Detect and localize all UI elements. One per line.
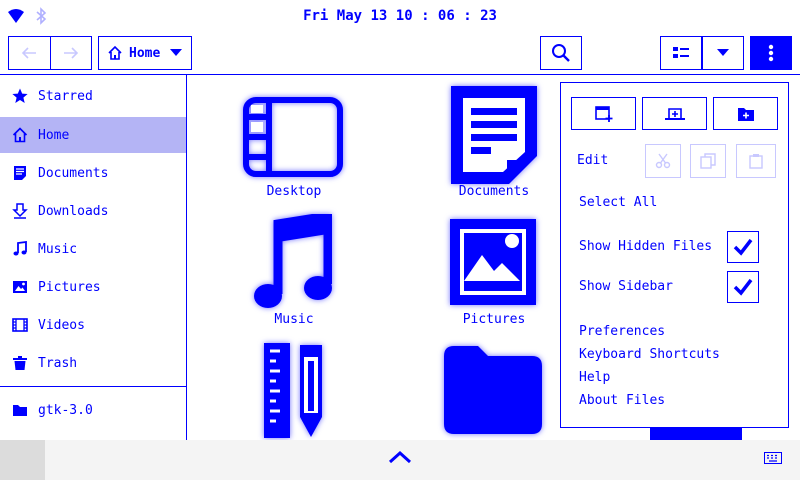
navigation-buttons — [8, 36, 92, 70]
file-label: Documents — [458, 184, 530, 199]
path-bar-home-button[interactable]: Home — [98, 36, 192, 70]
sidebar-item-label: Pictures — [38, 279, 101, 295]
paste-button[interactable] — [736, 144, 776, 178]
new-tab-icon — [664, 107, 685, 121]
templates-folder-icon[interactable] — [262, 341, 326, 440]
cut-button[interactable] — [645, 144, 681, 178]
sidebar-item-label: Videos — [38, 317, 85, 333]
sidebar-item-pictures[interactable]: Pictures — [0, 269, 186, 305]
file-label: Desktop — [266, 184, 322, 199]
partial-file-icon — [650, 428, 742, 440]
star-icon — [12, 88, 28, 104]
keyboard-icon[interactable] — [764, 452, 782, 464]
copy-icon — [700, 153, 716, 169]
pictures-folder-icon[interactable] — [450, 219, 536, 305]
folder-icon — [12, 402, 28, 418]
film-icon — [12, 317, 28, 333]
sidebar-item-downloads[interactable]: Downloads — [0, 193, 186, 229]
search-button[interactable] — [540, 36, 582, 70]
sidebar-item-label: Downloads — [38, 203, 109, 219]
checkmark-icon — [733, 238, 753, 256]
music-note-icon — [12, 241, 28, 257]
home-icon — [12, 127, 28, 143]
main-menu-popover: Edit Select All Show Hidden Files Show S… — [560, 82, 789, 428]
sidebar-item-music[interactable]: Music — [0, 231, 186, 267]
desktop-folder-icon[interactable] — [243, 97, 343, 177]
clipboard-icon — [748, 153, 764, 169]
keyboard-shortcuts-item[interactable]: Keyboard Shortcuts — [579, 347, 720, 362]
sidebar-item-label: Home — [38, 127, 70, 143]
new-window-icon — [594, 105, 613, 122]
about-files-item[interactable]: About Files — [579, 393, 665, 408]
back-button[interactable] — [9, 37, 50, 69]
sidebar-item-videos[interactable]: Videos — [0, 307, 186, 343]
documents-folder-icon[interactable] — [451, 86, 537, 184]
home-icon — [107, 45, 123, 61]
sidebar-item-home[interactable]: Home — [0, 117, 186, 153]
folder-icon[interactable] — [444, 346, 542, 434]
chevron-down-icon — [170, 49, 183, 57]
arrow-right-icon — [63, 46, 79, 60]
show-sidebar-checkbox[interactable] — [727, 271, 759, 303]
path-bar-label: Home — [129, 45, 161, 61]
copy-button[interactable] — [690, 144, 726, 178]
scissors-icon — [655, 153, 671, 169]
file-label: Music — [274, 312, 314, 327]
chevron-up-icon[interactable] — [388, 450, 412, 464]
picture-icon — [12, 279, 28, 295]
sidebar-item-label: Starred — [38, 88, 93, 104]
sidebar-item-documents[interactable]: Documents — [0, 155, 186, 191]
sidebar-item-starred[interactable]: Starred — [0, 78, 186, 114]
show-hidden-files-checkbox[interactable] — [727, 231, 759, 263]
new-folder-icon — [737, 107, 754, 121]
view-mode-button[interactable] — [660, 36, 702, 70]
sidebar-divider — [0, 386, 186, 387]
select-all-item[interactable]: Select All — [579, 195, 657, 210]
clock: Fri May 13 10 : 06 : 23 — [303, 8, 497, 24]
main-menu-button[interactable] — [750, 36, 792, 70]
show-sidebar-label: Show Sidebar — [579, 279, 673, 294]
forward-button[interactable] — [49, 37, 91, 69]
new-tab-button[interactable] — [642, 97, 707, 130]
sidebar: Starred Home Documents Downloads Music P… — [0, 75, 187, 440]
sidebar-item-label: Trash — [38, 355, 78, 371]
new-window-button[interactable] — [571, 97, 636, 130]
help-item[interactable]: Help — [579, 370, 610, 385]
sidebar-item-gtk-3.0[interactable]: gtk-3.0 — [0, 392, 186, 428]
sidebar-item-label: Documents — [38, 165, 109, 181]
download-icon — [12, 203, 28, 219]
trash-icon — [12, 355, 28, 371]
bottom-left-panel — [0, 440, 45, 480]
view-options-button[interactable] — [702, 36, 744, 70]
sidebar-item-label: Music — [38, 241, 78, 257]
show-hidden-files-label: Show Hidden Files — [579, 239, 713, 254]
search-icon — [551, 43, 571, 63]
arrow-left-icon — [21, 46, 37, 60]
preferences-item[interactable]: Preferences — [579, 324, 665, 339]
edit-label: Edit — [577, 153, 609, 168]
chevron-down-icon — [717, 49, 729, 57]
new-folder-button[interactable] — [713, 97, 778, 130]
list-view-icon — [673, 46, 689, 60]
checkmark-icon — [733, 278, 753, 296]
sidebar-item-label: gtk-3.0 — [38, 402, 93, 418]
more-vertical-icon — [768, 44, 774, 62]
document-icon — [12, 165, 28, 181]
file-label: Pictures — [462, 312, 526, 327]
music-folder-icon[interactable] — [254, 214, 332, 310]
sidebar-item-trash[interactable]: Trash — [0, 345, 186, 381]
